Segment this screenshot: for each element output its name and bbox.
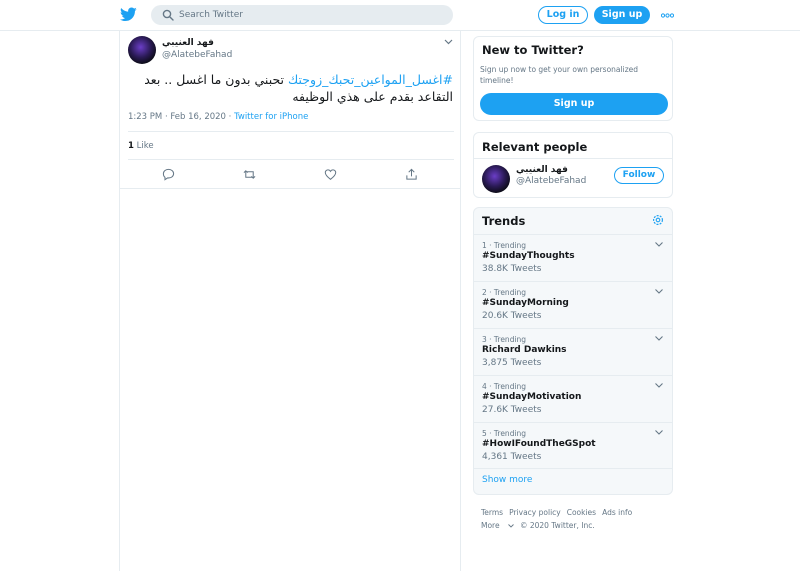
more-options-icon[interactable] xyxy=(661,13,674,18)
trend-count: 38.8K Tweets xyxy=(482,264,542,274)
tweet-text: #اغسل_المواعين_تحبك_زوجتك تحبني بدون ما … xyxy=(128,71,453,105)
heart-icon[interactable] xyxy=(324,168,337,181)
share-icon[interactable] xyxy=(405,168,418,181)
footer-more-label: More xyxy=(481,521,500,530)
chevron-down-icon xyxy=(508,524,514,528)
twitter-logo-icon[interactable] xyxy=(120,7,137,22)
trend-item[interactable]: 5 · Trending #HowIFoundTheGSpot 4,361 Tw… xyxy=(474,422,672,469)
footer: Terms Privacy policy Cookies Ads info More … xyxy=(481,506,671,532)
footer-copyright: © 2020 Twitter, Inc. xyxy=(519,521,595,530)
divider xyxy=(474,158,672,159)
search-icon xyxy=(162,9,174,21)
like-count[interactable]: 1 Like xyxy=(128,141,154,151)
trend-name[interactable]: #SundayMotivation xyxy=(482,392,581,402)
footer-cookies-link[interactable]: Cookies xyxy=(567,508,596,517)
show-more-link[interactable]: Show more xyxy=(482,475,532,485)
login-button[interactable]: Log in xyxy=(538,6,588,24)
reply-icon[interactable] xyxy=(162,168,175,181)
chevron-down-icon[interactable] xyxy=(444,39,453,45)
search-box[interactable] xyxy=(151,5,453,25)
trend-meta: 5 · Trending xyxy=(482,429,527,438)
follow-button[interactable]: Follow xyxy=(614,167,664,184)
like-number: 1 xyxy=(128,141,134,151)
trend-meta: 1 · Trending xyxy=(482,241,527,250)
divider xyxy=(474,468,672,469)
author-handle[interactable]: @AlatebeFahad xyxy=(162,50,232,60)
chevron-down-icon[interactable] xyxy=(655,289,663,294)
chevron-down-icon[interactable] xyxy=(655,336,663,341)
tweet-column: فهد العنيبي @AlatebeFahad #اغسل_المواعين… xyxy=(119,31,461,571)
trend-name[interactable]: Richard Dawkins xyxy=(482,345,567,355)
footer-terms-link[interactable]: Terms xyxy=(481,508,503,517)
card-title: Relevant people xyxy=(482,140,588,154)
top-bar: Log in Sign up xyxy=(0,0,800,31)
trend-meta: 3 · Trending xyxy=(482,335,527,344)
footer-ads-link[interactable]: Ads info xyxy=(602,508,632,517)
card-title: Trends xyxy=(482,214,526,228)
footer-privacy-link[interactable]: Privacy policy xyxy=(509,508,561,517)
person-handle[interactable]: @AlatebeFahad xyxy=(516,176,586,186)
author-name[interactable]: فهد العنيبي xyxy=(162,38,214,48)
chevron-down-icon[interactable] xyxy=(655,383,663,388)
trend-item[interactable]: 3 · Trending Richard Dawkins 3,875 Tweet… xyxy=(474,328,672,375)
trend-name[interactable]: #SundayThoughts xyxy=(482,251,575,261)
trend-count: 27.6K Tweets xyxy=(482,405,542,415)
trend-meta: 4 · Trending xyxy=(482,382,527,391)
footer-row: More © 2020 Twitter, Inc. xyxy=(481,519,671,532)
chevron-down-icon[interactable] xyxy=(655,430,663,435)
trend-item[interactable]: 4 · Trending #SundayMotivation 27.6K Twe… xyxy=(474,375,672,422)
trend-name[interactable]: #SundayMorning xyxy=(482,298,569,308)
retweet-icon[interactable] xyxy=(243,168,256,181)
trend-item[interactable]: 1 · Trending #SundayThoughts 38.8K Tweet… xyxy=(474,234,672,281)
avatar[interactable] xyxy=(128,36,156,64)
divider xyxy=(128,131,454,132)
chevron-down-icon[interactable] xyxy=(655,242,663,247)
trend-count: 4,361 Tweets xyxy=(482,452,542,462)
footer-row: Terms Privacy policy Cookies Ads info xyxy=(481,506,671,519)
relevant-people-card: Relevant people فهد العنيبي @AlatebeFaha… xyxy=(473,132,673,198)
trend-count: 3,875 Tweets xyxy=(482,358,542,368)
footer-more-link[interactable]: More xyxy=(481,521,514,530)
hashtag-link[interactable]: #اغسل_المواعين_تحبك_زوجتك xyxy=(288,72,453,87)
like-label: Like xyxy=(136,141,154,151)
signup-button[interactable]: Sign up xyxy=(594,6,650,24)
trend-name[interactable]: #HowIFoundTheGSpot xyxy=(482,439,596,449)
avatar[interactable] xyxy=(482,165,510,193)
trend-count: 20.6K Tweets xyxy=(482,311,542,321)
trend-item[interactable]: 2 · Trending #SundayMorning 20.6K Tweets xyxy=(474,281,672,328)
search-input[interactable] xyxy=(179,5,439,25)
gear-icon[interactable] xyxy=(652,214,664,226)
new-to-twitter-card: New to Twitter? Sign up now to get your … xyxy=(473,36,673,121)
tweet-source-link[interactable]: Twitter for iPhone xyxy=(234,112,308,122)
trends-card: Trends 1 · Trending #SundayThoughts 38.8… xyxy=(473,207,673,495)
card-title: New to Twitter? xyxy=(482,43,584,57)
tweet-time[interactable]: 1:23 PM · Feb 16, 2020 · xyxy=(128,112,234,122)
tweet-meta: 1:23 PM · Feb 16, 2020 · Twitter for iPh… xyxy=(128,112,308,122)
card-subtitle: Sign up now to get your own personalized… xyxy=(480,65,639,85)
trend-meta: 2 · Trending xyxy=(482,288,527,297)
person-name[interactable]: فهد العنيبي xyxy=(516,165,568,175)
divider xyxy=(120,188,460,189)
signup-button[interactable]: Sign up xyxy=(480,93,668,115)
divider xyxy=(128,159,454,160)
